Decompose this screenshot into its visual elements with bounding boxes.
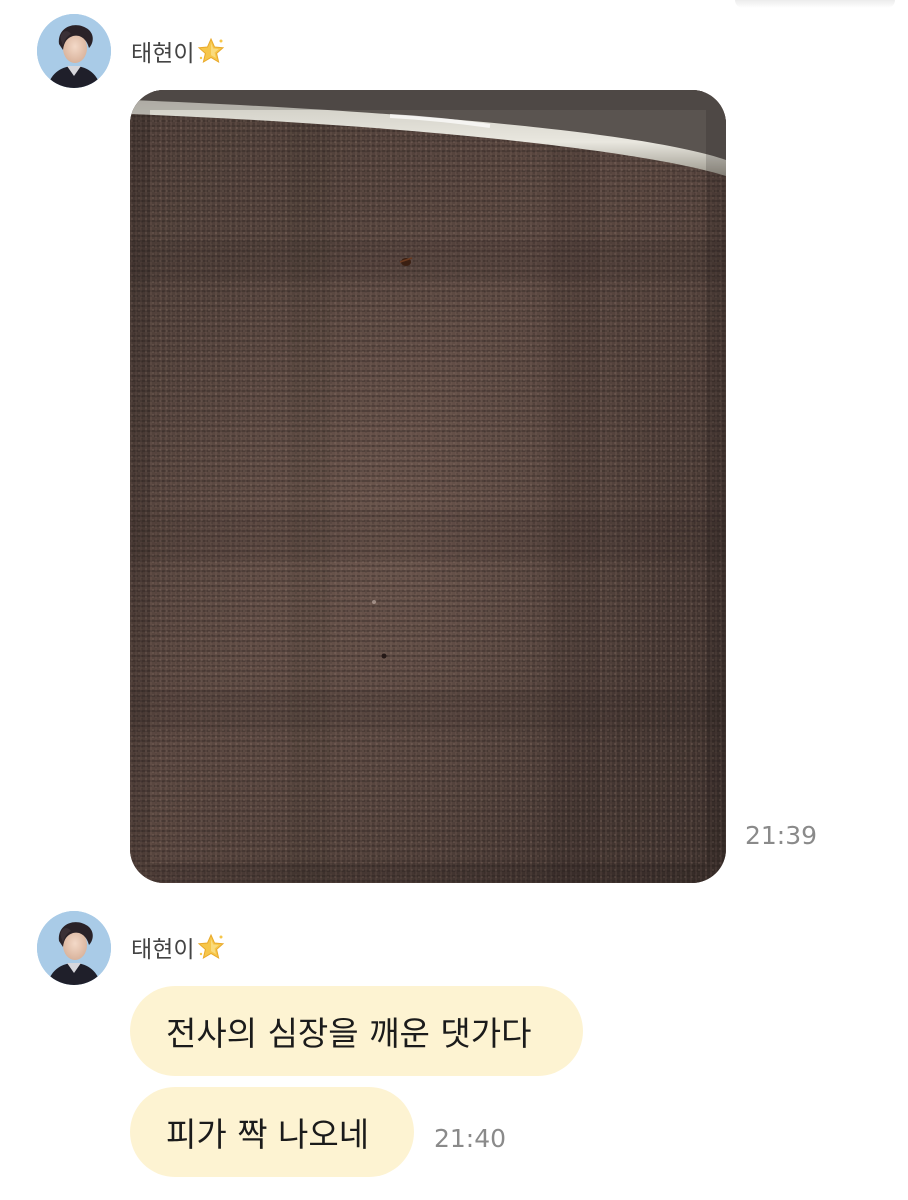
message-text: 전사의 심장을 깨운 댓가다 (166, 1014, 532, 1053)
sender-name-label: 태현이 (131, 937, 195, 963)
message-bubble[interactable]: 전사의 심장을 깨운 댓가다 (130, 986, 583, 1076)
message-time: 21:40 (434, 1124, 507, 1153)
photo-attachment[interactable] (130, 90, 726, 883)
sender-name-label: 태현이 (131, 41, 195, 67)
sender-name: 태현이 (131, 932, 226, 963)
photo-content (130, 90, 726, 883)
message-text: 피가 짝 나오네 (166, 1115, 370, 1154)
star-icon (196, 36, 226, 66)
avatar-portrait-icon (37, 14, 111, 88)
message-bubble[interactable]: 피가 짝 나오네 (130, 1087, 414, 1177)
chat-screen: 태현이 21:39 태현이 전사의 심장을 깨운 댓가다 피가 짝 나오네 21… (0, 0, 908, 1200)
sender-avatar[interactable] (37, 911, 111, 985)
sender-name: 태현이 (131, 36, 226, 67)
message-time: 21:39 (745, 821, 818, 850)
previous-message-edge (735, 0, 895, 8)
sender-avatar[interactable] (37, 14, 111, 88)
avatar-portrait-icon (37, 911, 111, 985)
star-icon (196, 932, 226, 962)
